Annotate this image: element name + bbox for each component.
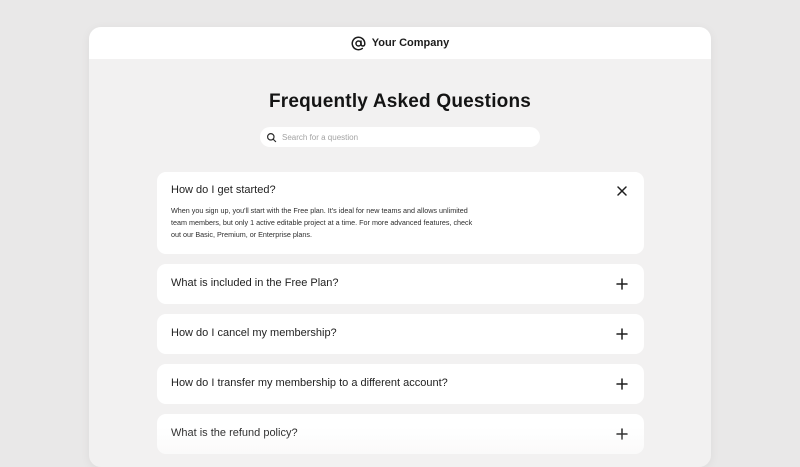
faq-window: Your Company Frequently Asked Questions … (89, 27, 711, 467)
faq-question[interactable]: How do I get started? (171, 184, 276, 196)
plus-icon[interactable] (616, 278, 628, 290)
plus-icon[interactable] (616, 428, 628, 440)
close-icon[interactable] (616, 185, 628, 197)
faq-item[interactable]: What is the refund policy? (157, 414, 644, 454)
faq-question[interactable]: How do I transfer my membership to a dif… (171, 377, 448, 389)
faq-item[interactable]: How do I get started? When you sign up, … (157, 172, 644, 254)
plus-icon[interactable] (616, 378, 628, 390)
faq-question[interactable]: How do I cancel my membership? (171, 327, 337, 339)
faq-question[interactable]: What is the refund policy? (171, 427, 298, 439)
search-icon (266, 132, 277, 143)
plus-icon[interactable] (616, 328, 628, 340)
faq-item[interactable]: How do I cancel my membership? (157, 314, 644, 354)
at-sign-icon (351, 35, 366, 51)
faq-answer: When you sign up, you'll start with the … (171, 206, 473, 239)
faq-item[interactable]: What is included in the Free Plan? (157, 264, 644, 304)
search-input[interactable] (282, 132, 522, 142)
faq-question[interactable]: What is included in the Free Plan? (171, 277, 339, 289)
faq-item[interactable]: How do I transfer my membership to a dif… (157, 364, 644, 404)
search-bar[interactable] (260, 127, 540, 147)
page-title: Frequently Asked Questions (268, 91, 532, 112)
faq-list: How do I get started? When you sign up, … (157, 172, 644, 464)
top-bar: Your Company (89, 27, 711, 59)
company-name: Your Company (371, 37, 450, 49)
